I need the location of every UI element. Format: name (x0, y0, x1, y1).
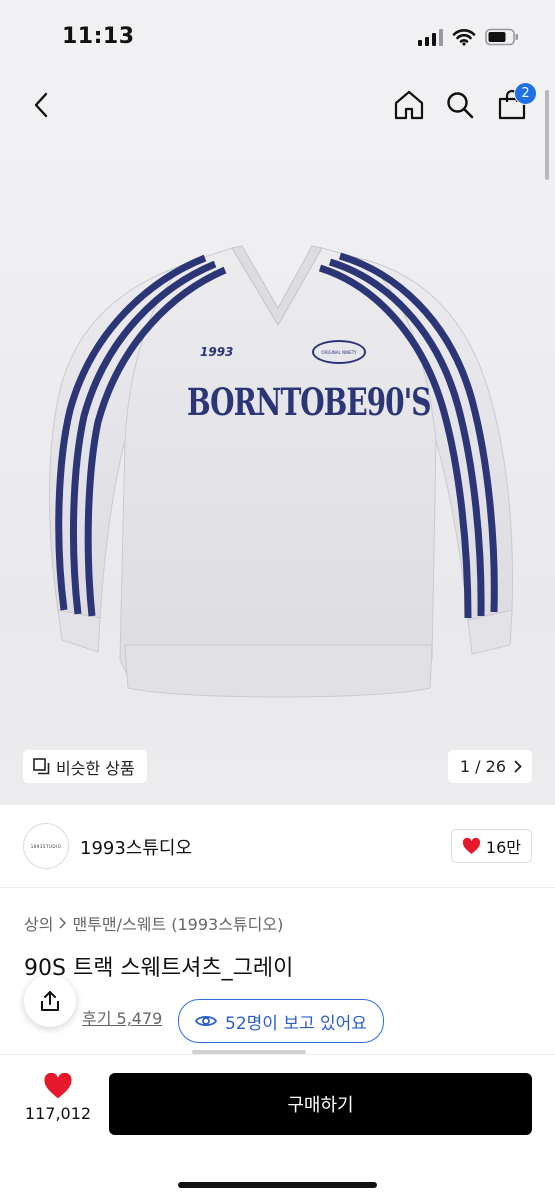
chevron-right-icon (59, 917, 67, 929)
product-photo (49, 245, 514, 698)
similar-items-icon (33, 758, 50, 775)
brand-logo[interactable]: 1993STUDIO (23, 823, 69, 869)
cart-count-badge: 2 (514, 82, 537, 105)
breadcrumb-item[interactable]: 맨투맨/스웨트 (1993스튜디오) (72, 911, 283, 935)
back-button[interactable] (20, 84, 62, 126)
live-viewers-text: 52명이 보고 있어요 (225, 1013, 367, 1034)
scroll-indicator (545, 90, 549, 180)
home-button[interactable] (388, 84, 430, 126)
similar-products-label: 비슷한 상품 (56, 758, 135, 778)
similar-products-button[interactable]: 비슷한 상품 (23, 750, 147, 783)
buy-button[interactable]: 구매하기 (109, 1073, 532, 1135)
favorite-count: 117,012 (24, 1104, 92, 1123)
share-button[interactable] (24, 975, 76, 1027)
brand-like-button[interactable]: 16만 (450, 829, 532, 863)
chest-logo: 1993 (200, 345, 234, 359)
status-bar: 11:13 (0, 0, 555, 70)
breadcrumb-item[interactable]: 상의 (24, 911, 53, 935)
review-link[interactable]: 후기 5,479 (82, 1005, 162, 1029)
image-page-counter[interactable]: 1 / 26 (447, 750, 532, 783)
status-icons (418, 26, 519, 48)
home-indicator (178, 1182, 377, 1188)
page-counter-text: 1 / 26 (459, 757, 506, 776)
live-viewers-pill: 52명이 보고 있어요 (178, 999, 384, 1043)
product-image-gallery[interactable]: 1993 ORIGINAL NINETY BORNTOBE90'S (0, 140, 555, 805)
search-icon (447, 92, 474, 119)
chevron-right-icon (514, 760, 522, 773)
brand-row[interactable]: 1993STUDIO 1993스튜디오 16만 (0, 805, 555, 888)
cart-button[interactable]: 2 (491, 82, 537, 126)
brand-name[interactable]: 1993스튜디오 (80, 834, 192, 860)
chest-badge-text: ORIGINAL NINETY (321, 349, 357, 355)
top-nav-bar: 2 (0, 70, 555, 140)
share-icon (41, 991, 59, 1011)
favorite-button[interactable]: 117,012 (18, 1073, 98, 1123)
chest-badge: ORIGINAL NINETY (312, 340, 366, 364)
chevron-left-icon (34, 92, 48, 118)
battery-icon (485, 28, 518, 46)
eye-icon (195, 1015, 217, 1027)
status-time: 11:13 (62, 24, 135, 49)
brand-like-count: 16만 (485, 838, 521, 857)
heart-icon (462, 837, 480, 854)
wifi-icon (452, 29, 476, 46)
bottom-action-bar: 117,012 구매하기 (0, 1054, 555, 1201)
breadcrumb: 상의 맨투맨/스웨트 (1993스튜디오) (24, 911, 283, 935)
home-icon (394, 90, 424, 120)
search-button[interactable] (439, 84, 481, 126)
brand-logo-text: 1993STUDIO (30, 843, 62, 849)
cellular-signal-icon (418, 28, 443, 46)
heart-icon (44, 1073, 72, 1099)
product-title: 90S 트랙 스웨트셔츠_그레이 (24, 956, 294, 981)
chest-print: BORNTOBE90'S (187, 380, 431, 425)
